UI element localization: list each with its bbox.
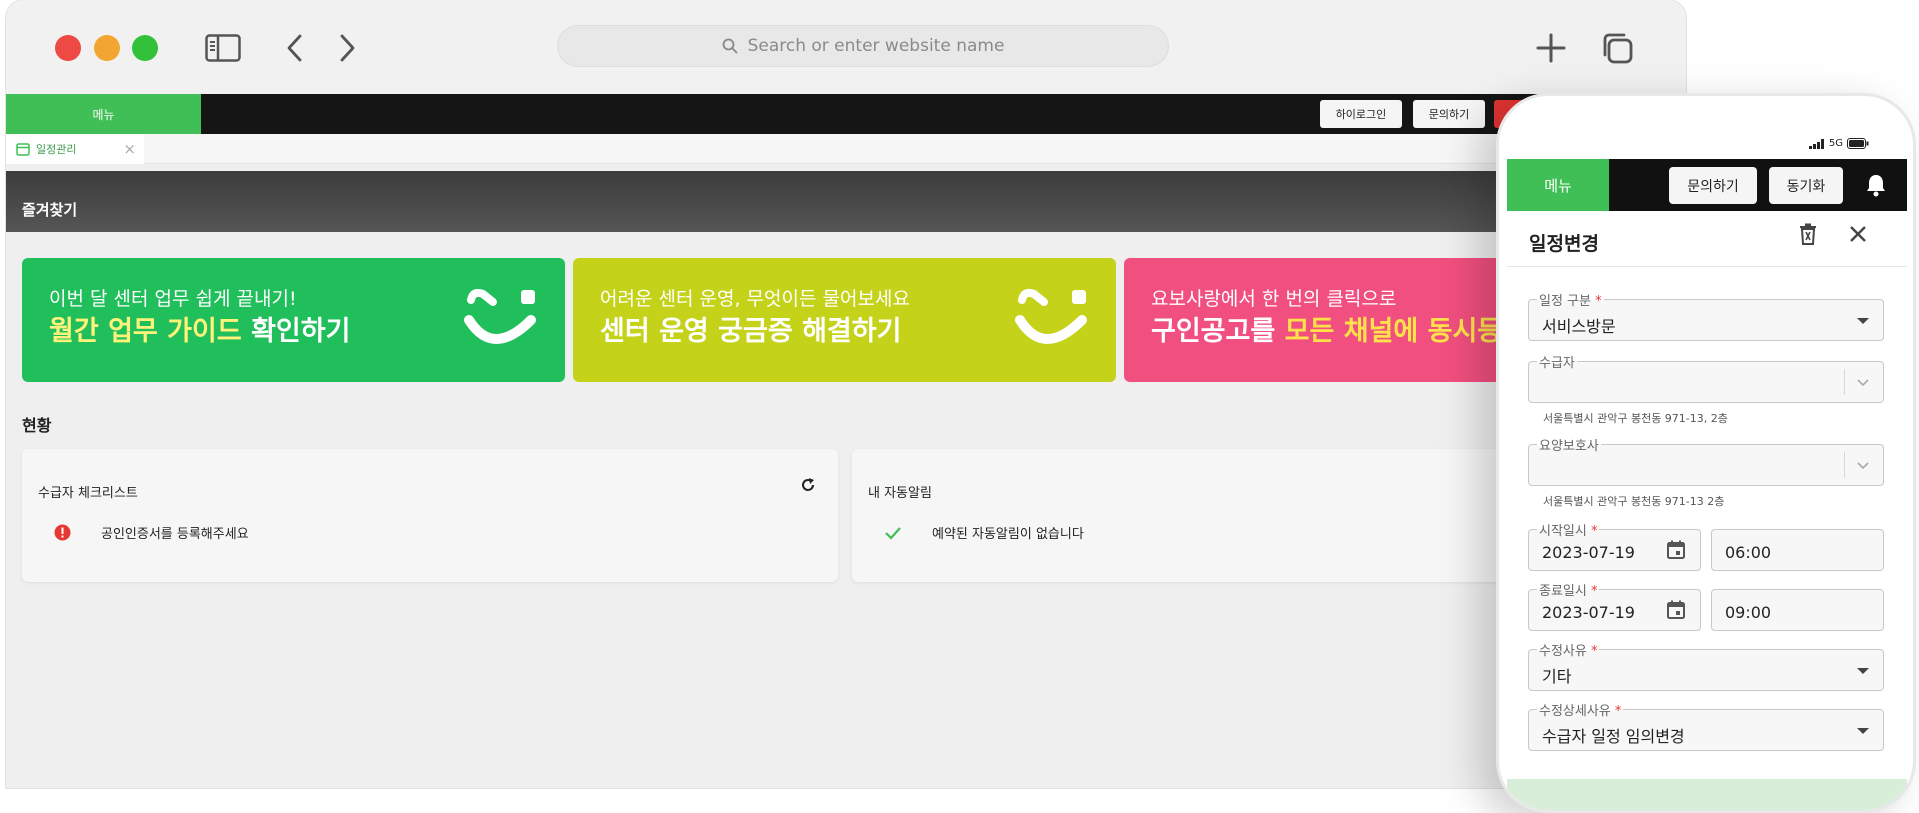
maximize-window-button[interactable]: [132, 35, 158, 61]
sidebar-toggle-icon[interactable]: [204, 30, 242, 66]
alert-item-text: 예약된 자동알림이 없습니다: [932, 527, 1084, 542]
checklist-item[interactable]: 공인인증서를 등록해주세요: [54, 523, 249, 542]
address-placeholder: Search or enter website name: [747, 36, 1005, 56]
start-date-input[interactable]: 시작일시 * 2023-07-19: [1528, 520, 1701, 571]
bottom-action-bar[interactable]: [1507, 779, 1907, 810]
close-window-button[interactable]: [55, 35, 81, 61]
smile-logo-icon: [1015, 288, 1087, 344]
caret-down-icon: [1857, 318, 1869, 324]
field-value: 09:00: [1725, 603, 1772, 622]
recipient-select[interactable]: 수급자: [1528, 352, 1884, 403]
end-time-input[interactable]: 09:00: [1711, 589, 1884, 631]
bell-icon[interactable]: [1865, 173, 1887, 197]
banner-monthly-guide[interactable]: 이번 달 센터 업무 쉽게 끝내기! 월간 업무 가이드 확인하기: [22, 258, 565, 382]
edit-reason-detail-select[interactable]: 수정상세사유 * 수급자 일정 임의변경: [1528, 700, 1884, 751]
start-time-input[interactable]: 06:00: [1711, 529, 1884, 571]
chevron-down-icon: [1857, 379, 1869, 387]
field-value: 2023-07-19: [1542, 603, 1635, 622]
select-separator: [1844, 369, 1845, 395]
forward-arrow-icon[interactable]: [328, 30, 366, 66]
mobile-top-navigation: 메뉴 문의하기 동기화: [1507, 159, 1907, 211]
field-value: 2023-07-19: [1542, 543, 1635, 562]
field-value: 서비스방문: [1542, 317, 1616, 336]
field-label: 일정 구분 *: [1537, 290, 1604, 309]
field-label: 수정사유 *: [1537, 640, 1600, 659]
recipient-checklist-card: 수급자 체크리스트 공인인증서를 등록해주세요: [22, 449, 838, 582]
field-value: 기타: [1542, 667, 1572, 686]
tab-label: 일정관리: [36, 143, 77, 156]
banner-center-faq[interactable]: 어려운 센터 운영, 무엇이든 물어보세요 센터 운영 궁금증 해결하기: [573, 258, 1116, 382]
mobile-sync-button[interactable]: 동기화: [1769, 167, 1843, 204]
tab-bar: 일정관리 ×: [6, 134, 1686, 164]
schedule-type-select[interactable]: 일정 구분 * 서비스방문: [1528, 290, 1884, 341]
field-label: 수급자: [1537, 352, 1577, 371]
browser-titlebar: Search or enter website name: [6, 0, 1686, 94]
tab-close-icon[interactable]: ×: [123, 140, 136, 158]
field-label: 종료일시 *: [1537, 580, 1600, 599]
back-arrow-icon[interactable]: [276, 30, 314, 66]
calendar-icon: [16, 143, 30, 156]
banner-highlight: 월간 업무 가이드: [49, 316, 242, 347]
hi-login-button[interactable]: 하이로그인: [1320, 100, 1402, 128]
field-label: 요양보호사: [1537, 435, 1601, 454]
sheet-header: 일정변경: [1507, 211, 1907, 267]
menu-button[interactable]: 메뉴: [6, 94, 201, 134]
check-icon: [885, 526, 901, 540]
card-title: 내 자동알림: [868, 486, 932, 501]
delete-icon[interactable]: [1799, 223, 1817, 245]
banner-headline-rest: 확인하기: [241, 316, 351, 347]
app-content: 메뉴 하이로그인 문의하기 일정관리 × 즐겨찾기 이번 달 센터 업무 쉽게 …: [6, 94, 1686, 788]
signal-icon: [1808, 138, 1824, 149]
network-label: 5G: [1828, 138, 1843, 149]
tab-overview-icon[interactable]: [1598, 30, 1636, 66]
mobile-inquiry-button[interactable]: 문의하기: [1669, 167, 1757, 204]
banner-headline-prefix: 구인공고를: [1151, 316, 1285, 347]
favorites-title: 즐겨찾기: [22, 201, 78, 219]
field-value: 06:00: [1725, 543, 1772, 562]
top-navigation: 메뉴 하이로그인 문의하기: [6, 94, 1686, 134]
status-section-title: 현황: [22, 416, 52, 435]
new-tab-icon[interactable]: [1532, 30, 1570, 66]
status-bar: 5G: [1808, 138, 1869, 149]
calendar-icon[interactable]: [1666, 600, 1686, 620]
minimize-window-button[interactable]: [94, 35, 120, 61]
caregiver-address-hint: 서울특별시 관악구 봉천동 971-13 2층: [1543, 495, 1725, 508]
battery-icon: [1847, 138, 1869, 149]
checklist-item-text: 공인인증서를 등록해주세요: [101, 527, 249, 542]
mobile-menu-button[interactable]: 메뉴: [1507, 159, 1609, 211]
alert-item: 예약된 자동알림이 없습니다: [884, 523, 1084, 542]
tab-schedule[interactable]: 일정관리 ×: [6, 134, 144, 164]
favorites-header: 즐겨찾기: [6, 171, 1686, 232]
card-title: 수급자 체크리스트: [38, 486, 138, 501]
browser-window: Search or enter website name 메뉴 하이로그인 문의…: [6, 0, 1686, 788]
search-icon: [722, 38, 737, 54]
mobile-device: 5G 메뉴 문의하기 동기화 일정변경 일정 구분 * 서비스방문 수급자 서울…: [1496, 93, 1916, 813]
error-icon: [54, 524, 71, 541]
caret-down-icon: [1857, 728, 1869, 734]
end-date-input[interactable]: 종료일시 * 2023-07-19: [1528, 580, 1701, 631]
edit-reason-select[interactable]: 수정사유 * 기타: [1528, 640, 1884, 691]
inquiry-button[interactable]: 문의하기: [1413, 100, 1485, 128]
smile-logo-icon: [464, 288, 536, 344]
caret-down-icon: [1857, 668, 1869, 674]
refresh-icon[interactable]: [800, 477, 816, 493]
field-label: 수정상세사유 *: [1537, 700, 1624, 719]
field-value: 수급자 일정 임의변경: [1542, 727, 1685, 746]
caregiver-select[interactable]: 요양보호사: [1528, 435, 1884, 486]
recipient-address-hint: 서울특별시 관악구 봉천동 971-13, 2층: [1543, 412, 1728, 425]
sheet-title: 일정변경: [1529, 233, 1599, 255]
select-separator: [1844, 452, 1845, 478]
address-bar[interactable]: Search or enter website name: [557, 25, 1169, 67]
field-label: 시작일시 *: [1537, 520, 1600, 539]
calendar-icon[interactable]: [1666, 540, 1686, 560]
close-icon[interactable]: [1849, 225, 1867, 243]
auto-alert-card: 내 자동알림 예약된 자동알림이 없습니다: [852, 449, 1552, 582]
banner-highlight: 모든 채널에 동시등록: [1284, 316, 1527, 347]
chevron-down-icon: [1857, 462, 1869, 470]
